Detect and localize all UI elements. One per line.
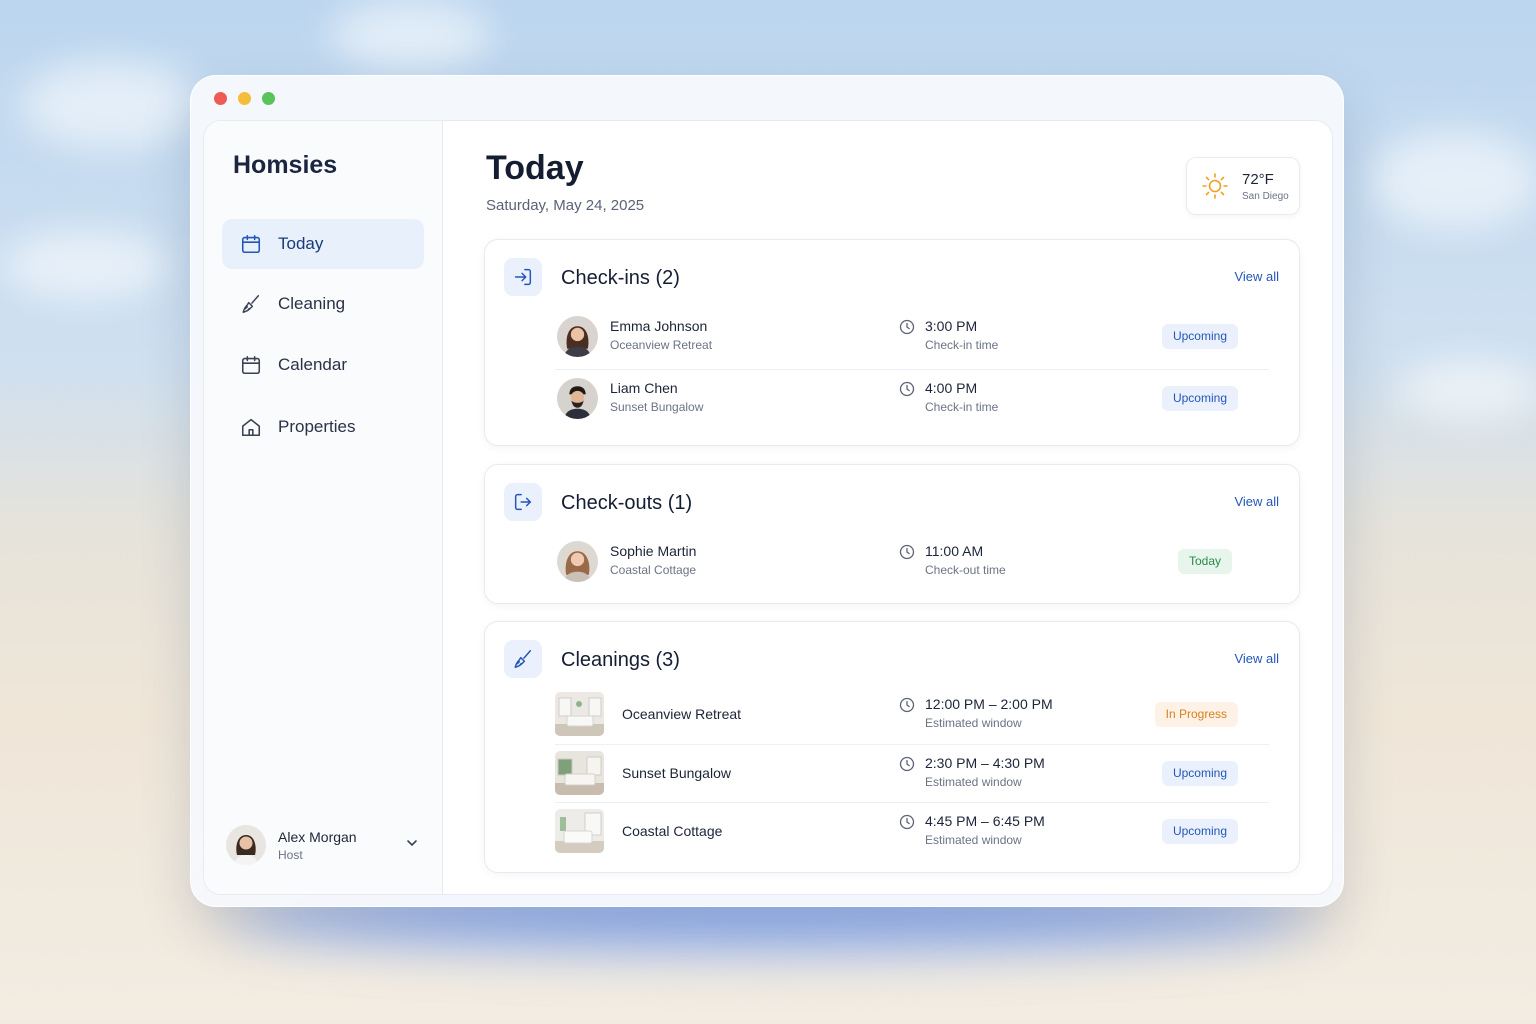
app-window: Homsies Today Cleaning Calendar Properti… (190, 75, 1344, 907)
sidebar-item-cleaning[interactable]: Cleaning (222, 279, 424, 329)
property-name: Oceanview Retreat (610, 338, 713, 352)
home-icon (239, 415, 263, 439)
broom-icon (504, 640, 542, 678)
guest-avatar (557, 378, 598, 419)
guest-name: Liam Chen (610, 380, 678, 396)
status-badge: Today (1177, 549, 1232, 574)
status-badge: Upcoming (1161, 386, 1238, 411)
clock-icon (899, 756, 915, 772)
calendar-icon (239, 232, 263, 256)
maximize-window-button[interactable] (262, 92, 275, 105)
clock-icon (899, 697, 915, 713)
time-label: Check-in time (925, 400, 999, 414)
cleaning-window: 2:30 PM – 4:30 PM (925, 755, 1045, 771)
property-name: Coastal Cottage (610, 563, 697, 577)
status-badge: Upcoming (1161, 819, 1238, 844)
weather-city: San Diego (1242, 191, 1289, 202)
cloud (20, 60, 200, 150)
time-label: Estimated window (925, 775, 1022, 789)
page-date: Saturday, May 24, 2025 (486, 197, 645, 214)
property-name: Sunset Bungalow (610, 400, 704, 414)
checkins-card: Check-ins (2) View all Emma Johnson Ocea… (484, 239, 1300, 446)
property-name: Sunset Bungalow (622, 765, 731, 781)
card-title: Check-ins (2) (561, 267, 680, 289)
card-title: Cleanings (3) (561, 649, 680, 671)
property-thumbnail (555, 692, 604, 736)
property-thumbnail (555, 751, 604, 795)
sidebar-item-label: Calendar (278, 355, 347, 374)
cloud (1400, 360, 1536, 420)
list-item[interactable]: Oceanview Retreat 12:00 PM – 2:00 PM Est… (555, 686, 1269, 744)
time-label: Estimated window (925, 716, 1022, 730)
sidebar-item-label: Today (278, 234, 324, 253)
sun-icon (1202, 173, 1228, 199)
sidebar-item-label: Cleaning (278, 294, 346, 313)
property-name: Coastal Cottage (622, 823, 723, 839)
list-item[interactable]: Sophie Martin Coastal Cottage 11:00 AM C… (555, 533, 1269, 591)
broom-icon (239, 292, 263, 316)
view-all-link[interactable]: View all (1234, 494, 1279, 509)
page-title: Today (486, 149, 584, 187)
minimize-window-button[interactable] (238, 92, 251, 105)
cloud (330, 0, 490, 70)
list-item[interactable]: Coastal Cottage 4:45 PM – 6:45 PM Estima… (555, 802, 1269, 861)
user-menu[interactable]: Alex Morgan Host (226, 821, 426, 869)
user-role: Host (278, 847, 303, 862)
status-badge: In Progress (1154, 702, 1238, 727)
clock-icon (899, 381, 915, 397)
weather-widget: 72°F San Diego (1186, 157, 1300, 215)
time-label: Check-in time (925, 338, 999, 352)
property-thumbnail (555, 809, 604, 853)
time-label: Check-out time (925, 563, 1006, 577)
view-all-link[interactable]: View all (1234, 651, 1279, 666)
view-all-link[interactable]: View all (1234, 269, 1279, 284)
cloud (0, 230, 170, 300)
app-content: Homsies Today Cleaning Calendar Properti… (203, 120, 1333, 895)
sidebar-item-properties[interactable]: Properties (222, 402, 424, 452)
weather-temperature: 72°F (1242, 171, 1274, 188)
status-badge: Upcoming (1161, 324, 1238, 349)
clock-icon (899, 814, 915, 830)
sidebar-item-calendar[interactable]: Calendar (222, 340, 424, 390)
guest-avatar (557, 316, 598, 357)
clock-icon (899, 544, 915, 560)
check-out-time: 11:00 AM (925, 543, 984, 559)
check-in-icon (504, 258, 542, 296)
cloud (1370, 130, 1536, 230)
chevron-down-icon[interactable] (404, 835, 420, 851)
list-item[interactable]: Sunset Bungalow 2:30 PM – 4:30 PM Estima… (555, 744, 1269, 803)
clock-icon (899, 319, 915, 335)
calendar-icon (239, 353, 263, 377)
sidebar-item-label: Properties (278, 417, 356, 436)
avatar (226, 825, 266, 865)
window-controls (214, 92, 275, 105)
check-out-icon (504, 483, 542, 521)
check-in-time: 3:00 PM (925, 318, 978, 334)
check-in-time: 4:00 PM (925, 380, 978, 396)
sidebar: Homsies Today Cleaning Calendar Properti… (204, 121, 443, 894)
property-name: Oceanview Retreat (622, 706, 742, 722)
user-name: Alex Morgan (278, 828, 357, 845)
time-label: Estimated window (925, 833, 1022, 847)
checkouts-card: Check-outs (1) View all Sophie Martin Co… (484, 464, 1300, 604)
list-item[interactable]: Liam Chen Sunset Bungalow 4:00 PM Check-… (555, 369, 1269, 428)
card-title: Check-outs (1) (561, 492, 693, 514)
cleaning-window: 4:45 PM – 6:45 PM (925, 813, 1045, 829)
guest-name: Sophie Martin (610, 543, 697, 559)
sidebar-item-today[interactable]: Today (222, 219, 424, 269)
cleanings-card: Cleanings (3) View all Oceanview Retreat… (484, 621, 1300, 873)
app-logo-text: Homsies (233, 151, 338, 179)
close-window-button[interactable] (214, 92, 227, 105)
status-badge: Upcoming (1161, 761, 1238, 786)
guest-avatar (557, 541, 598, 582)
cleaning-window: 12:00 PM – 2:00 PM (925, 696, 1053, 712)
main-content: Today Saturday, May 24, 2025 72°F San Di… (442, 121, 1332, 894)
list-item[interactable]: Emma Johnson Oceanview Retreat 3:00 PM C… (555, 308, 1269, 366)
guest-name: Emma Johnson (610, 318, 708, 334)
